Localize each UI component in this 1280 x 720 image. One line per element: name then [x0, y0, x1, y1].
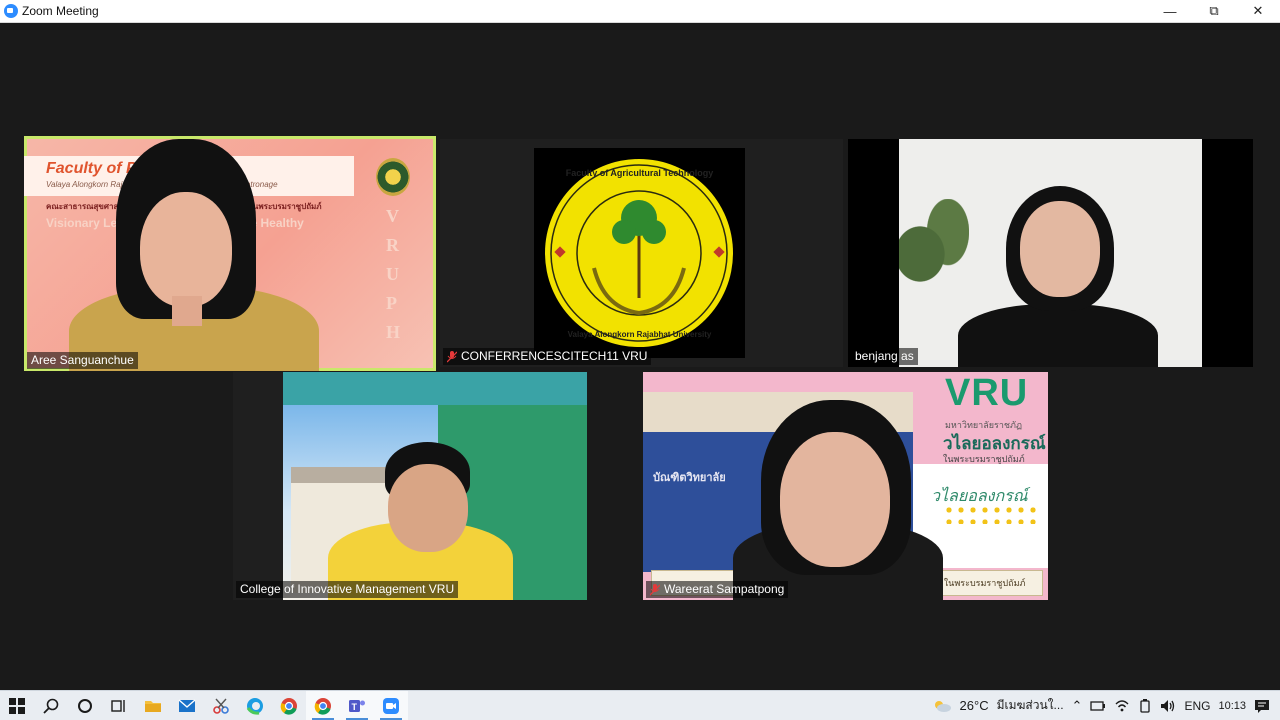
- wall-sign-text: บัณฑิตวิทยาลัย: [653, 472, 726, 484]
- participant-name: CONFERRENCESCITECH11 VRU: [461, 349, 648, 363]
- device-icon[interactable]: [1090, 700, 1106, 712]
- video-tile-conference[interactable]: Faculty of Agricultural Technology Valay…: [440, 139, 843, 367]
- task-view-button[interactable]: [102, 691, 136, 720]
- participant-name: Wareerat Sampatpong: [664, 582, 785, 596]
- wifi-icon[interactable]: [1114, 699, 1130, 713]
- video-tile-college[interactable]: College of Innovative Management VRU: [233, 372, 587, 600]
- folder-icon: [145, 700, 161, 712]
- weather-cloud-icon: [934, 700, 951, 712]
- faculty-logo-icon: [545, 159, 733, 347]
- video-gallery: Faculty of Public Health Valaya Alongkor…: [0, 23, 1280, 690]
- weather-description[interactable]: มีเมฆส่วนใ...: [997, 696, 1064, 715]
- chrome-active-window-button[interactable]: [306, 691, 340, 720]
- chrome-icon: [314, 697, 331, 715]
- background-vertical-letters: VRUPH: [386, 206, 401, 342]
- participant-name-tag: Aree Sanguanchue: [27, 352, 138, 369]
- mic-muted-icon: [446, 350, 458, 363]
- windows-taskbar: T 26°C มีเมฆส่วนใ... ⌃ ENG 10:13: [0, 690, 1280, 720]
- notifications-icon[interactable]: [1254, 699, 1270, 713]
- cortana-button[interactable]: [68, 691, 102, 720]
- battery-icon[interactable]: [1138, 698, 1152, 713]
- participant-name: College of Innovative Management VRU: [240, 582, 455, 596]
- person-face: [388, 464, 468, 552]
- chrome-icon: [280, 697, 297, 715]
- speaker-icon[interactable]: [1160, 699, 1176, 713]
- participant-name-tag: Wareerat Sampatpong: [646, 581, 789, 598]
- window-title: Zoom Meeting: [22, 4, 99, 18]
- chevron-up-icon[interactable]: ⌃: [1072, 698, 1083, 714]
- video-tile-benjang[interactable]: benjang as: [848, 139, 1253, 367]
- search-button[interactable]: [34, 691, 68, 720]
- windows-logo-icon: [9, 697, 25, 714]
- mail-icon: [178, 698, 196, 712]
- zoom-icon: [383, 697, 399, 714]
- teams-icon: T: [349, 699, 365, 712]
- person-face: [140, 192, 232, 307]
- vru-logo: VRU: [945, 372, 1029, 414]
- window-controls: — ⧉ ✕: [1148, 0, 1280, 22]
- video-tile-wareerat[interactable]: บัณฑิตวิทยาลัย VRU มหาวิทยาลัยราชภัฏ วไล…: [643, 372, 1048, 600]
- participant-name-tag: CONFERRENCESCITECH11 VRU: [443, 348, 652, 365]
- person-torso: [958, 304, 1158, 367]
- svg-text:T: T: [352, 702, 358, 712]
- zoom-app-icon: [4, 4, 18, 18]
- teams-button[interactable]: T: [340, 691, 374, 720]
- task-view-icon: [111, 699, 125, 712]
- search-icon: [43, 698, 59, 714]
- logo-top-text: Faculty of Agricultural Technology: [565, 168, 714, 178]
- scissors-icon: [213, 698, 229, 714]
- person-neck: [172, 296, 202, 326]
- participant-name: Aree Sanguanchue: [31, 353, 134, 367]
- university-seal-icon: [376, 158, 410, 196]
- minimize-button[interactable]: —: [1148, 0, 1192, 22]
- golden-flower-image: [943, 504, 1038, 524]
- zoom-taskbar-button[interactable]: [374, 691, 408, 720]
- chrome-button[interactable]: [272, 691, 306, 720]
- weather-temperature[interactable]: 26°C: [960, 698, 989, 713]
- background-top-strip: [283, 372, 587, 405]
- edge-browser-button[interactable]: [238, 691, 272, 720]
- start-button[interactable]: [0, 691, 34, 720]
- edge-icon: [246, 697, 263, 715]
- person-face: [1020, 201, 1100, 297]
- participant-name-tag: College of Innovative Management VRU: [236, 581, 459, 598]
- plant-leaves: [899, 199, 969, 309]
- cortana-circle-icon: [78, 698, 92, 713]
- participant-name-tag: benjang as: [851, 348, 918, 365]
- shared-logo-panel: Faculty of Agricultural Technology Valay…: [534, 148, 745, 358]
- video-tile-aree[interactable]: Faculty of Public Health Valaya Alongkor…: [24, 136, 436, 371]
- system-tray: 26°C มีเมฆส่วนใ... ⌃ ENG 10:13: [932, 691, 1280, 720]
- logo-bottom-text: Valaya Alongkorn Rajabhat University: [567, 330, 712, 339]
- maximize-button[interactable]: ⧉: [1192, 0, 1236, 22]
- window-titlebar: Zoom Meeting — ⧉ ✕: [0, 0, 1280, 23]
- file-explorer-button[interactable]: [136, 691, 170, 720]
- person-face: [780, 432, 890, 567]
- snipping-tool-button[interactable]: [204, 691, 238, 720]
- taskbar-clock[interactable]: 10:13: [1218, 700, 1246, 712]
- input-language[interactable]: ENG: [1184, 699, 1210, 713]
- mic-muted-icon: [649, 583, 661, 596]
- close-button[interactable]: ✕: [1236, 0, 1280, 22]
- mail-button[interactable]: [170, 691, 204, 720]
- participant-name: benjang as: [855, 349, 914, 363]
